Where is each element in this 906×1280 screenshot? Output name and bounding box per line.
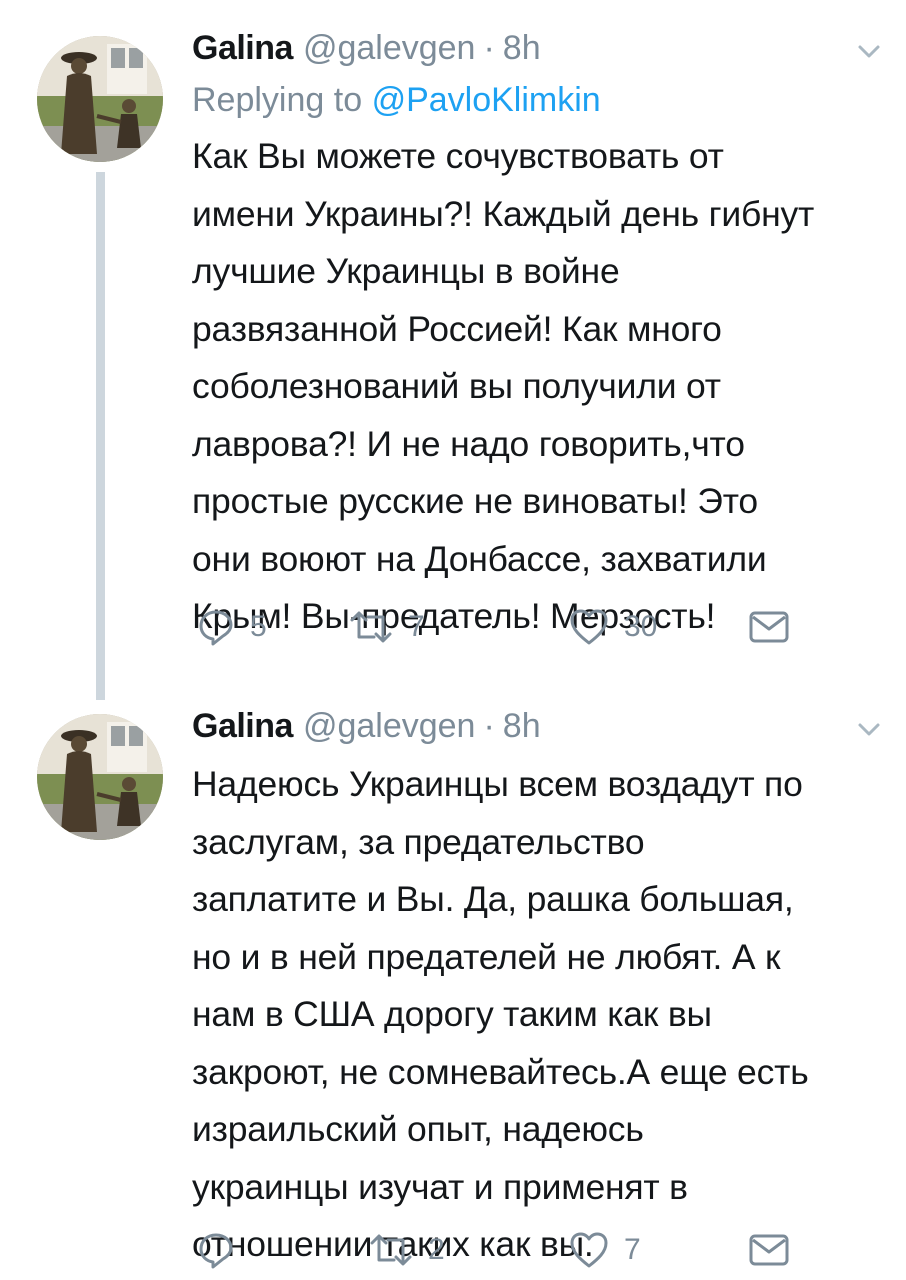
tweet-text-line: израильский опыт, надеюсь <box>192 1109 644 1149</box>
tweet-text-line: они воюют на Донбассе, захватили <box>192 538 767 579</box>
handle[interactable]: @galevgen <box>303 707 476 746</box>
tweet: Galina @galevgen · 8h Надеюсь Украинцы в… <box>0 700 906 1280</box>
timestamp[interactable]: 8h <box>503 29 541 68</box>
heart-icon <box>570 609 608 645</box>
reply-icon <box>199 1233 233 1269</box>
chevron-down-icon[interactable] <box>852 712 886 746</box>
tweet-text-line: простые русские не виноваты! Это <box>192 481 758 521</box>
display-name[interactable]: Galina <box>192 29 293 68</box>
timestamp[interactable]: 8h <box>503 707 541 746</box>
reply-icon <box>199 610 233 646</box>
envelope-icon <box>749 611 789 643</box>
like-button[interactable]: 7 <box>568 1225 641 1275</box>
tweet-actions: 5 7 30 <box>196 602 836 652</box>
tweet-text-line: развязанной Россией! Как много <box>192 308 722 349</box>
tweet-text: Надеюсь Украинцы всем воздадут по заслуг… <box>192 756 886 1274</box>
like-count: 30 <box>624 610 658 643</box>
retweet-icon <box>350 611 392 643</box>
tweet-text-line: Как Вы можете сочувствовать от <box>192 136 724 176</box>
tweet-body: Galina @galevgen · 8h Replying to @Pavlo… <box>192 22 886 646</box>
reply-button[interactable] <box>196 1225 250 1275</box>
avatar-statue-image <box>37 714 163 840</box>
display-name[interactable]: Galina <box>192 707 293 746</box>
retweet-count: 2 <box>428 1233 445 1266</box>
retweet-button[interactable]: 2 <box>368 1225 445 1275</box>
heart-icon <box>570 1232 608 1268</box>
tweet-text-line: но и в ней предателей не любят. А к <box>192 936 781 977</box>
tweet-text-line: имени Украины?! Каждый день гибнут <box>192 193 815 234</box>
tweet-text-line: украинцы изучат и применят в <box>192 1166 688 1207</box>
tweet-text: Как Вы можете сочувствовать от имени Укр… <box>192 128 886 646</box>
tweet-header: Galina @galevgen · 8h <box>192 22 886 74</box>
reply-button[interactable]: 5 <box>196 602 267 652</box>
tweet-text-line: закроют, не сомневайтесь.А еще есть <box>192 1051 809 1092</box>
reply-count: 5 <box>250 610 267 643</box>
tweet-text-line: лучшие Украинцы в войне <box>192 251 620 291</box>
replying-to: Replying to @PavloKlimkin <box>192 76 886 124</box>
tweet-text-line: нам в США дорогу таким как вы <box>192 994 712 1034</box>
retweet-icon <box>370 1234 412 1266</box>
tweet-text-line: Надеюсь Украинцы всем воздадут по <box>192 764 803 804</box>
replying-to-prefix: Replying to <box>192 81 363 119</box>
tweet-text-line: заслугам, за предательство <box>192 821 645 862</box>
tweet-header: Galina @galevgen · 8h <box>192 700 886 752</box>
like-count: 7 <box>624 1233 641 1266</box>
avatar-statue-image <box>37 36 163 162</box>
envelope-icon <box>749 1234 789 1266</box>
retweet-count: 7 <box>408 610 425 643</box>
avatar[interactable] <box>37 714 163 840</box>
tweet-text-line: заплатите и Вы. Да, рашка большая, <box>192 879 794 919</box>
avatar[interactable] <box>37 36 163 162</box>
retweet-button[interactable]: 7 <box>348 602 425 652</box>
direct-message-button[interactable] <box>748 602 790 652</box>
direct-message-button[interactable] <box>748 1225 790 1275</box>
separator: · <box>483 706 495 745</box>
tweet-text-line: соболезнований вы получили от <box>192 366 721 406</box>
replying-to-handle-link[interactable]: @PavloKlimkin <box>372 81 601 119</box>
chevron-down-icon[interactable] <box>852 34 886 68</box>
tweet-actions: 2 7 <box>196 1225 836 1275</box>
separator: · <box>483 28 495 67</box>
like-button[interactable]: 30 <box>568 602 657 652</box>
tweet-text-line: лаврова?! И не надо говорить,что <box>192 423 745 464</box>
tweet-body: Galina @galevgen · 8h Надеюсь Украинцы в… <box>192 700 886 1274</box>
handle[interactable]: @galevgen <box>303 29 476 68</box>
tweet: Galina @galevgen · 8h Replying to @Pavlo… <box>0 22 906 662</box>
